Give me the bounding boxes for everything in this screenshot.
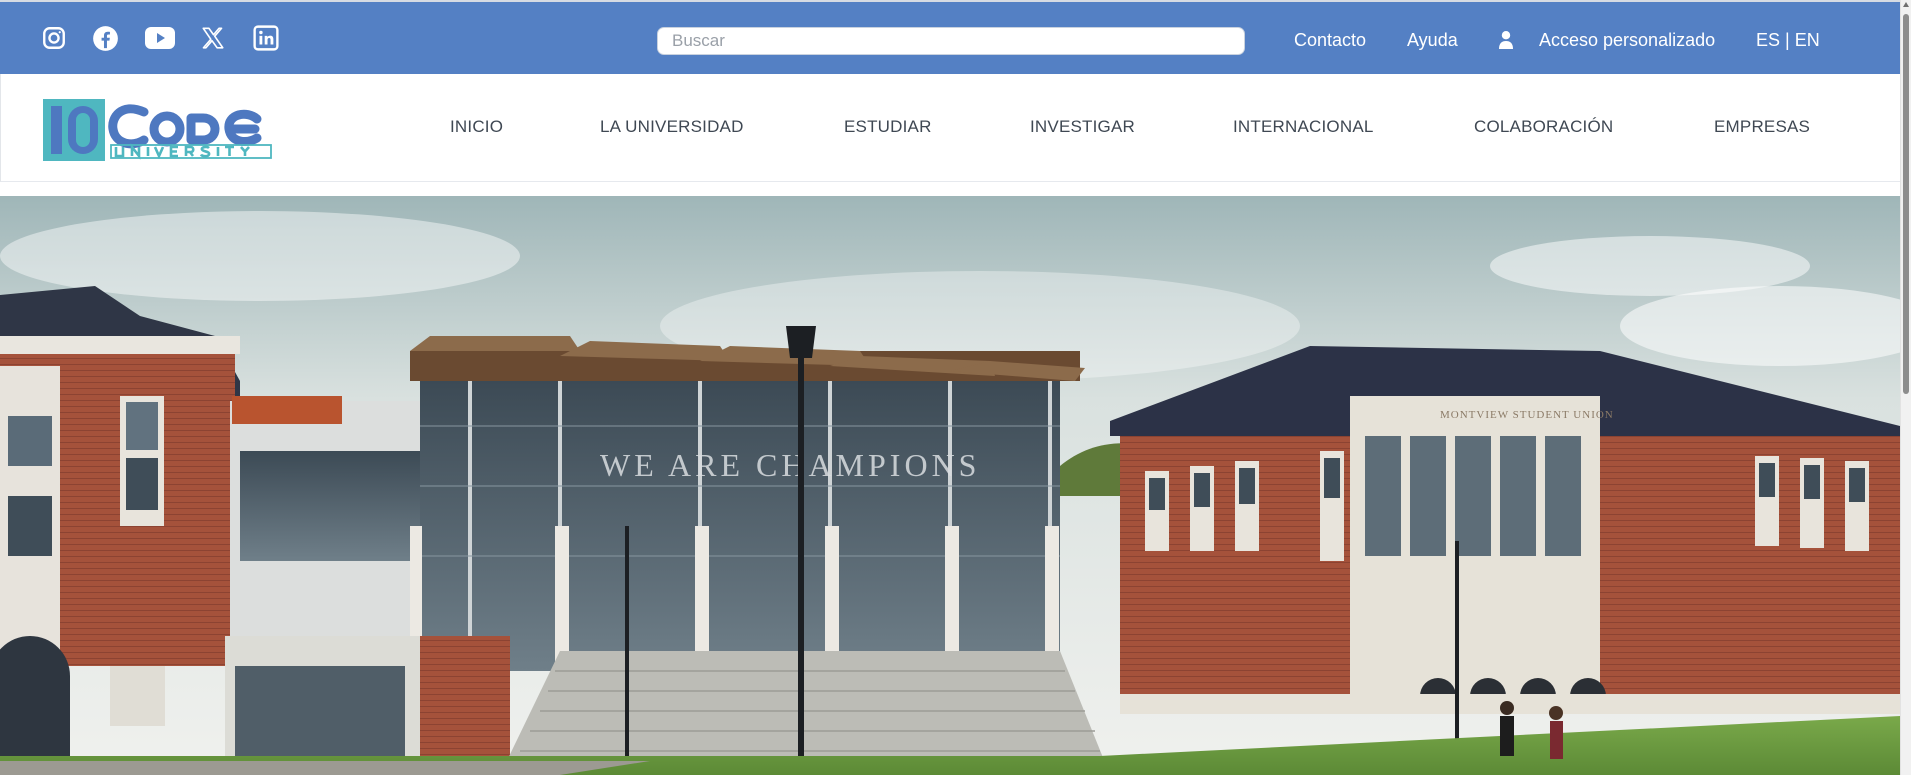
nav-item-empresas[interactable]: EMPRESAS (1714, 117, 1810, 137)
nav-item-universidad[interactable]: LA UNIVERSIDAD (600, 117, 744, 137)
instagram-icon[interactable] (40, 24, 68, 52)
help-link[interactable]: Ayuda (1407, 29, 1458, 51)
page-scrollbar[interactable] (1900, 0, 1911, 775)
main-navigation: INICIO LA UNIVERSIDAD ESTUDIAR INVESTIGA… (0, 74, 1900, 182)
facebook-icon[interactable] (91, 24, 119, 52)
nav-item-estudiar[interactable]: ESTUDIAR (844, 117, 932, 137)
hero-image: WE ARE CHAMPIONS MONTVIEW STUDENT UNION (0, 196, 1900, 775)
nav-item-inicio[interactable]: INICIO (450, 117, 503, 137)
page: Contacto Ayuda Acceso personalizado ES |… (0, 0, 1900, 775)
campus-photo: WE ARE CHAMPIONS MONTVIEW STUDENT UNION (0, 196, 1900, 775)
hero-glass-lettering: WE ARE CHAMPIONS (600, 447, 980, 483)
scroll-up-arrow-icon[interactable] (1903, 2, 1909, 7)
logo-graphic (43, 99, 272, 161)
search-input[interactable] (657, 27, 1245, 55)
nav-item-colaboracion[interactable]: COLABORACIÓN (1474, 117, 1613, 137)
linkedin-icon[interactable] (252, 24, 280, 52)
nav-item-internacional[interactable]: INTERNACIONAL (1233, 117, 1374, 137)
x-twitter-icon[interactable] (199, 24, 227, 52)
scrollbar-thumb[interactable] (1903, 14, 1909, 394)
building-sign: MONTVIEW STUDENT UNION (1440, 409, 1614, 421)
top-bar: Contacto Ayuda Acceso personalizado ES |… (0, 0, 1900, 74)
nav-item-investigar[interactable]: INVESTIGAR (1030, 117, 1135, 137)
language-switch[interactable]: ES | EN (1756, 29, 1820, 51)
user-icon[interactable] (1498, 30, 1514, 50)
site-logo[interactable] (41, 96, 273, 162)
personal-access-link[interactable]: Acceso personalizado (1539, 29, 1715, 51)
youtube-icon[interactable] (144, 24, 176, 52)
contact-link[interactable]: Contacto (1294, 29, 1366, 51)
